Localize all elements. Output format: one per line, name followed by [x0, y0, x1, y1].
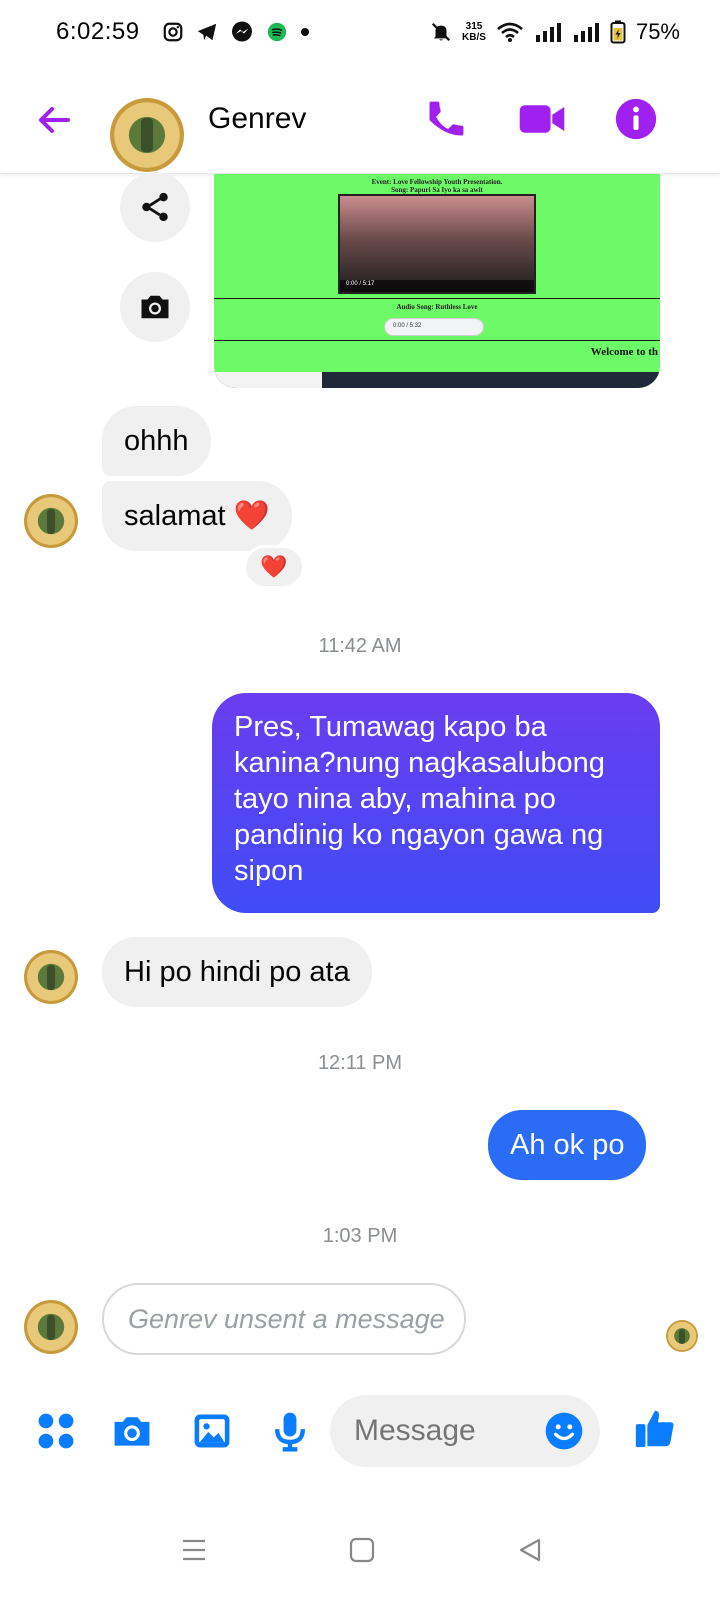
- video-time: 0:00 / 5:17: [346, 281, 375, 287]
- reaction-emoji: ❤️: [260, 554, 288, 579]
- back-arrow-icon[interactable]: [34, 100, 74, 140]
- preview-title: Event: Love Fellowship Youth Presentatio…: [214, 178, 660, 194]
- status-bar: 6:02:59 315 KB/S 75%: [0, 0, 720, 64]
- audio-time: 0:00 / 5:32: [393, 323, 422, 329]
- message-outgoing[interactable]: Pres, Tumawag kapo ba kanina?nung nagkas…: [212, 693, 660, 913]
- gallery-icon[interactable]: [190, 1409, 234, 1453]
- mute-bell-icon: [431, 22, 451, 42]
- battery-percent: 75%: [635, 19, 680, 44]
- signal-icon-2: [573, 23, 599, 42]
- info-icon[interactable]: [614, 97, 658, 141]
- back-triangle-icon: [519, 1538, 541, 1562]
- preview-title-line1: Event: Love Fellowship Youth Presentatio…: [371, 178, 503, 186]
- signal-icon: [535, 23, 561, 42]
- seen-avatar: [666, 1320, 698, 1352]
- preview-divider: [214, 298, 660, 299]
- timestamp: 11:42 AM: [318, 635, 402, 657]
- menu-icon: [183, 1539, 205, 1561]
- conversation-header: Genrev: [0, 64, 720, 174]
- sender-avatar[interactable]: [24, 494, 78, 548]
- camera-icon: [141, 295, 169, 319]
- preview-divider-2: [214, 340, 660, 341]
- instagram-icon: [163, 22, 182, 42]
- shared-webpage-preview[interactable]: Event: Love Fellowship Youth Presentatio…: [214, 174, 660, 388]
- preview-video: 0:00 / 5:17: [338, 194, 536, 294]
- unsent-message[interactable]: Genrev unsent a message: [102, 1283, 466, 1355]
- preview-taskbar-search: [214, 372, 322, 388]
- message-text: ohhh: [124, 425, 189, 457]
- unsent-text: Genrev unsent a message: [128, 1303, 445, 1334]
- system-status: 315 KB/S 75%: [430, 19, 680, 45]
- home-square-icon: [349, 1537, 375, 1563]
- message-incoming[interactable]: Hi po hindi po ata: [102, 937, 372, 1007]
- speed-unit: KB/S: [462, 32, 486, 43]
- sender-avatar[interactable]: [24, 950, 78, 1004]
- speed-value: 315: [465, 21, 483, 32]
- back-nav-button[interactable]: [500, 1520, 560, 1580]
- contact-name[interactable]: Genrev: [208, 102, 306, 136]
- preview-title-line2: Song: Papuri Sa Iyo ka sa awit: [391, 186, 483, 194]
- preview-welcome-text: Welcome to th: [590, 346, 658, 358]
- timestamp: 1:03 PM: [322, 1225, 398, 1247]
- message-text: Ah ok po: [510, 1129, 625, 1161]
- home-nav-button[interactable]: [332, 1520, 392, 1580]
- message-incoming[interactable]: ohhh: [102, 406, 211, 476]
- phone-icon[interactable]: [424, 97, 468, 141]
- video-controls: 0:00 / 5:17: [340, 280, 534, 292]
- dot-icon: [300, 28, 309, 36]
- message-outgoing[interactable]: Ah ok po: [488, 1110, 647, 1180]
- wifi-icon: [497, 22, 523, 42]
- emoji-icon[interactable]: [544, 1411, 584, 1451]
- timestamp: 12:11 PM: [317, 1052, 403, 1074]
- camera-capture-button[interactable]: [120, 272, 190, 342]
- share-icon: [142, 192, 168, 222]
- menu-nav-button[interactable]: [164, 1520, 224, 1580]
- message-incoming[interactable]: salamat ❤️: [102, 481, 292, 551]
- message-text: salamat ❤️: [124, 500, 270, 532]
- system-navigation-bar: [0, 1500, 720, 1600]
- notification-icons: [162, 20, 310, 44]
- microphone-icon[interactable]: [268, 1409, 312, 1453]
- telegram-icon: [197, 23, 216, 41]
- video-camera-icon[interactable]: [518, 97, 566, 141]
- heart-reaction[interactable]: ❤️: [243, 545, 305, 589]
- preview-audio-title: Audio Song: Ruthless Love: [396, 303, 478, 311]
- message-text: Hi po hindi po ata: [124, 956, 350, 988]
- message-text: Pres, Tumawag kapo ba kanina?nung nagkas…: [234, 711, 605, 887]
- battery-charging-icon: [610, 20, 626, 44]
- messenger-icon: [231, 21, 252, 42]
- thumbs-up-icon[interactable]: [632, 1405, 678, 1451]
- camera-icon[interactable]: [110, 1409, 154, 1453]
- share-button[interactable]: [120, 172, 190, 242]
- spotify-icon: [267, 22, 286, 42]
- sender-avatar[interactable]: [24, 1300, 78, 1354]
- preview-audio-player: 0:00 / 5:32: [384, 318, 484, 336]
- status-time: 6:02:59: [56, 18, 140, 45]
- contact-avatar[interactable]: [110, 97, 184, 172]
- message-composer: [0, 1395, 720, 1469]
- apps-icon[interactable]: [34, 1409, 78, 1453]
- network-speed: 315 KB/S: [462, 21, 486, 43]
